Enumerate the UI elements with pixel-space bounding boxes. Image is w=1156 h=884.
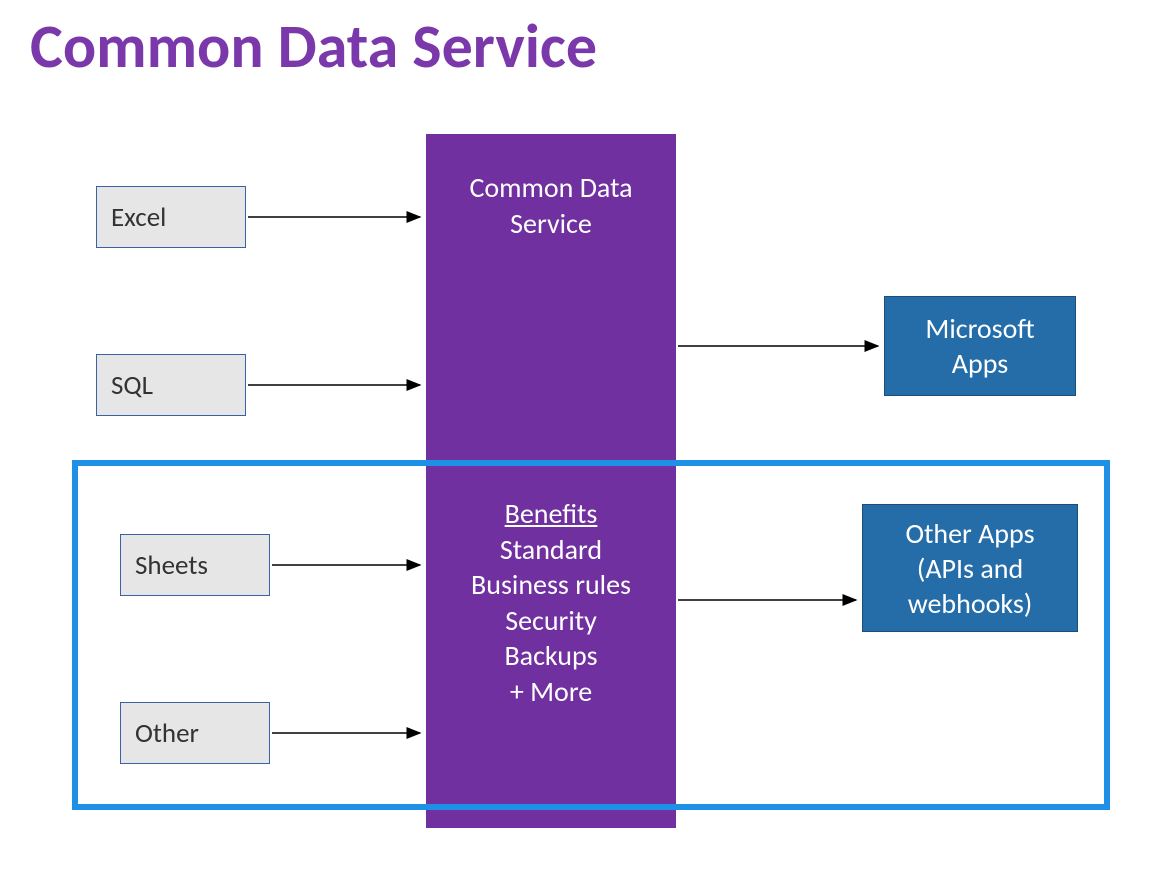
input-excel: Excel (96, 186, 246, 248)
ms-apps-line1: Microsoft (925, 311, 1034, 346)
diagram-canvas: Common Data Service Benefits Standard Bu… (0, 0, 1156, 884)
input-sql: SQL (96, 354, 246, 416)
highlight-box (72, 460, 1110, 810)
output-microsoft-apps: Microsoft Apps (884, 296, 1076, 396)
center-heading: Common Data Service (426, 160, 676, 241)
ms-apps-line2: Apps (952, 346, 1008, 381)
center-heading-line1: Common Data (426, 170, 676, 206)
center-heading-line2: Service (426, 206, 676, 242)
